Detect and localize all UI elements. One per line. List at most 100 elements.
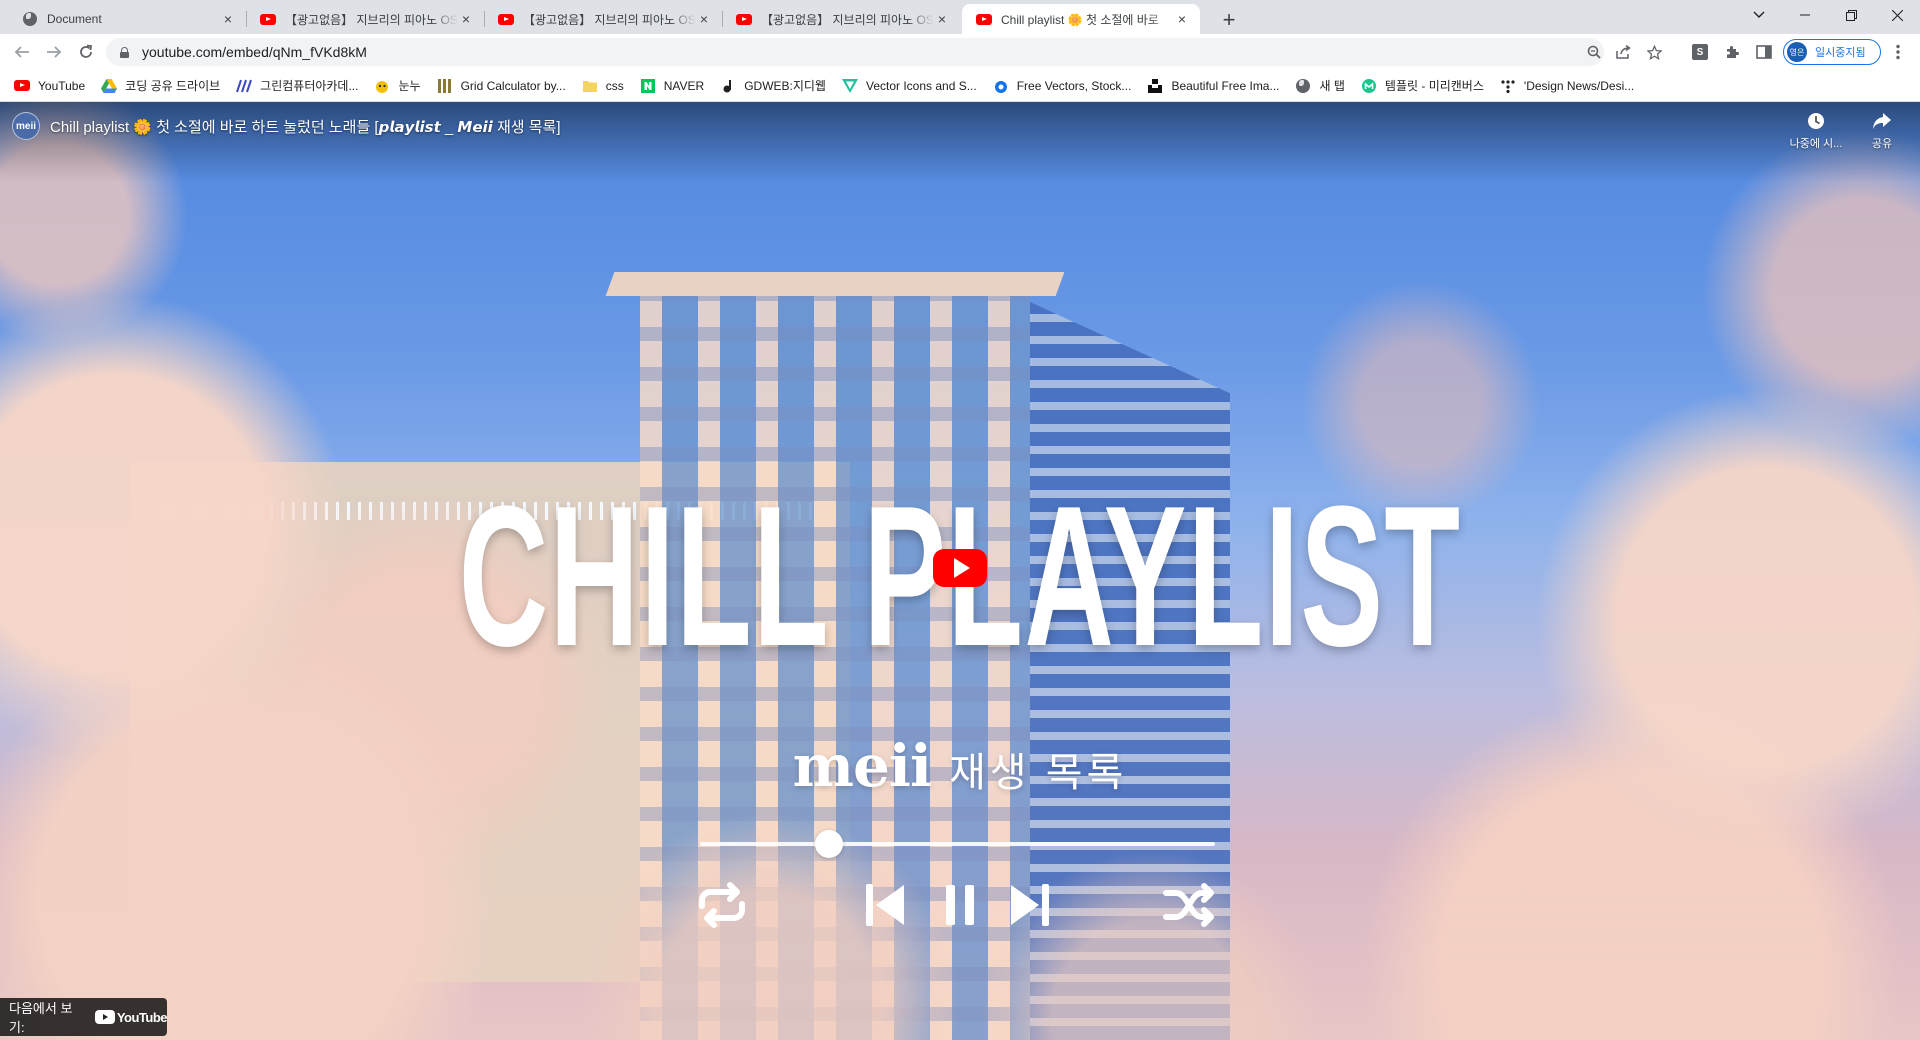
- profile-button[interactable]: 영은 일시중지됨: [1783, 39, 1881, 65]
- close-window-icon[interactable]: [1874, 0, 1920, 30]
- extensions-puzzle-icon[interactable]: [1722, 42, 1742, 62]
- bookmark-google-drive[interactable]: 코딩 공유 드라이브: [101, 73, 226, 99]
- tab-ghibli-piano-1[interactable]: 【광고없음】 지브리의 피아노 OST ×: [246, 4, 484, 34]
- watch-later-label: 나중에 시...: [1789, 138, 1843, 150]
- folder-icon: [582, 78, 598, 94]
- bookmark-green-academy[interactable]: 그린컴퓨터아카데...: [236, 73, 364, 99]
- tab-title: 【광고없음】 지브리의 피아노 OST: [523, 12, 696, 27]
- video-title[interactable]: Chill playlist 🌼 첫 소절에 바로 하트 눌렀던 노래들 [𝙥𝙡…: [50, 116, 561, 137]
- lock-icon[interactable]: [120, 46, 129, 58]
- avatar: 영은: [1787, 42, 1807, 62]
- tab-title: Document: [47, 12, 102, 26]
- tab-title: 【광고없음】 지브리의 피아노 OST: [285, 12, 458, 27]
- extension-s-icon[interactable]: S: [1690, 42, 1710, 62]
- bookmark-naver[interactable]: NAVER: [640, 73, 710, 99]
- shuffle-icon: [1160, 877, 1220, 933]
- thumbnail-progress-track: [700, 842, 1215, 846]
- youtube-logo-icon: [94, 1010, 115, 1024]
- bookmark-label: YouTube: [38, 78, 86, 93]
- bookmark-label: 그린컴퓨터아카데...: [260, 79, 359, 93]
- profile-status-label: 일시중지됨: [1815, 47, 1866, 59]
- play-button[interactable]: [933, 549, 987, 587]
- forward-arrow-icon[interactable]: [40, 38, 68, 66]
- youtube-icon: [736, 11, 752, 27]
- skip-next-icon: [1005, 877, 1055, 933]
- youtube-icon: [260, 11, 276, 27]
- thumbnail-subtitle-text: 재생 목록: [949, 751, 1128, 795]
- bookmark-label: 코딩 공유 드라이브: [125, 79, 221, 93]
- gdweb-icon: [720, 78, 736, 94]
- bookmark-label: GDWEB:지디웹: [744, 79, 826, 93]
- share-label: 공유: [1871, 138, 1893, 150]
- restore-icon[interactable]: [1828, 0, 1874, 30]
- noonnu-icon: [374, 78, 390, 94]
- watch-on-label: 다음에서 보기:: [9, 1001, 73, 1035]
- share-page-icon[interactable]: [1616, 44, 1632, 60]
- youtube-wordmark: YouTube: [116, 1009, 168, 1025]
- share-button[interactable]: 공유: [1852, 112, 1912, 151]
- address-url[interactable]: youtube.com/embed/qNm_fVKd8kM: [142, 44, 367, 60]
- bookmarks-bar: YouTube 코딩 공유 드라이브 그린컴퓨터아카데... 눈누 Grid C…: [0, 70, 1920, 102]
- freepik-icon: [993, 78, 1009, 94]
- back-arrow-icon[interactable]: [8, 38, 36, 66]
- repeat-icon: [692, 877, 752, 933]
- bookmark-label: NAVER: [663, 78, 705, 93]
- bookmark-noonnu[interactable]: 눈누: [374, 73, 426, 99]
- bookmark-label: Free Vectors, Stock...: [1016, 78, 1132, 93]
- tab-close-icon[interactable]: ×: [696, 11, 712, 27]
- bookmark-design-news[interactable]: 'Design News/Desi...: [1500, 73, 1640, 99]
- channel-avatar[interactable]: meii: [12, 112, 40, 140]
- bookmark-label: 템플릿 - 미리캔버스: [1384, 79, 1484, 93]
- tab-document[interactable]: Document ×: [8, 4, 246, 34]
- tab-close-icon[interactable]: ×: [458, 11, 474, 27]
- bookmark-label: Grid Calculator by...: [460, 78, 566, 93]
- dots-logo-icon: [1500, 78, 1516, 94]
- bookmark-vector-icons[interactable]: Vector Icons and S...: [841, 73, 983, 99]
- video-header: meii Chill playlist 🌼 첫 소절에 바로 하트 눌렀던 노래…: [12, 112, 561, 140]
- pause-icon: [940, 877, 980, 933]
- address-bar[interactable]: youtube.com/embed/qNm_fVKd8kM: [106, 38, 1662, 66]
- vector-icons-icon: [841, 78, 858, 94]
- browser-toolbar: youtube.com/embed/qNm_fVKd8kM S 영은 일시중지됨: [0, 34, 1920, 70]
- watch-later-button[interactable]: 나중에 시...: [1786, 112, 1846, 151]
- clock-icon: [1808, 113, 1824, 129]
- youtube-logo: YouTube: [94, 1009, 168, 1025]
- minimize-icon[interactable]: [1782, 0, 1828, 30]
- tab-close-icon[interactable]: ×: [934, 11, 950, 27]
- share-arrow-icon: [1873, 113, 1891, 129]
- youtube-icon: [498, 11, 514, 27]
- watch-on-youtube-button[interactable]: 다음에서 보기: YouTube: [0, 998, 168, 1036]
- tab-ghibli-piano-3[interactable]: 【광고없음】 지브리의 피아노 OST ×: [722, 4, 960, 34]
- bookmark-miricanvas[interactable]: 템플릿 - 미리캔버스: [1361, 73, 1490, 99]
- tab-ghibli-piano-2[interactable]: 【광고없음】 지브리의 피아노 OST ×: [484, 4, 722, 34]
- tab-chill-playlist[interactable]: Chill playlist 🌼 첫 소절에 바로 ×: [962, 4, 1200, 34]
- miricanvas-icon: [1361, 78, 1377, 94]
- side-panel-icon[interactable]: [1754, 42, 1774, 62]
- youtube-icon: [14, 78, 30, 94]
- bookmark-gdweb[interactable]: GDWEB:지디웹: [720, 73, 832, 99]
- bookmark-grid-calculator[interactable]: Grid Calculator by...: [437, 73, 572, 99]
- youtube-icon: [976, 11, 992, 27]
- video-player[interactable]: CHILL PLAYLIST meii 재생 목록 meii Chill play…: [0, 102, 1920, 1040]
- more-menu-icon[interactable]: [1888, 42, 1908, 62]
- bookmark-youtube[interactable]: YouTube: [14, 73, 91, 99]
- reload-icon[interactable]: [72, 38, 100, 66]
- bookmark-unsplash[interactable]: Beautiful Free Ima...: [1147, 73, 1285, 99]
- bookmark-label: css: [605, 78, 624, 93]
- tab-close-icon[interactable]: ×: [220, 11, 236, 27]
- zoom-icon[interactable]: [1586, 44, 1602, 60]
- new-tab-button[interactable]: +: [1215, 6, 1243, 34]
- unsplash-icon: [1147, 78, 1163, 94]
- bookmark-css-folder[interactable]: css: [582, 73, 630, 99]
- thumbnail-brand: meii: [792, 732, 932, 800]
- skip-previous-icon: [860, 877, 910, 933]
- tab-strip: Document × 【광고없음】 지브리의 피아노 OST × 【광고없음】 …: [0, 0, 1920, 34]
- bookmark-new-tab[interactable]: 새 탭: [1295, 73, 1350, 99]
- tab-close-icon[interactable]: ×: [1174, 11, 1190, 27]
- tab-search-icon[interactable]: [1736, 0, 1782, 30]
- bookmark-label: 'Design News/Desi...: [1523, 78, 1635, 93]
- bookmark-star-icon[interactable]: [1646, 44, 1662, 60]
- bookmark-freepik[interactable]: Free Vectors, Stock...: [993, 73, 1138, 99]
- tab-title: 【광고없음】 지브리의 피아노 OST: [761, 12, 934, 27]
- thumbnail-progress-knob: [814, 830, 843, 858]
